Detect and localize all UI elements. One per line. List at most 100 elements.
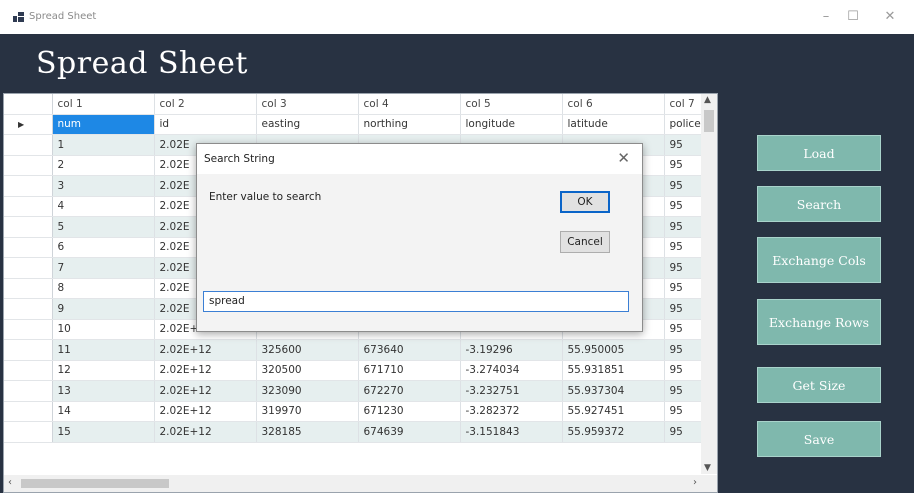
row-header[interactable] [4,155,53,176]
grid-cell[interactable]: 55.959372 [562,421,665,443]
grid-cell[interactable]: -3.232751 [460,380,563,402]
row-header[interactable] [4,175,53,197]
grid-cell[interactable]: 95 [664,257,705,279]
minimize-icon[interactable]: – [815,8,837,26]
horizontal-scroll-thumb[interactable] [21,479,169,488]
grid-cell[interactable]: 2 [52,155,155,176]
row-header[interactable] [4,421,53,443]
grid-cell[interactable]: 95 [664,421,705,443]
grid-cell[interactable]: 2.02E+12 [154,339,257,361]
row-header[interactable] [4,401,53,422]
grid-cell[interactable]: 95 [664,237,705,258]
grid-cell[interactable]: 12 [52,360,155,381]
grid-cell[interactable]: easting [256,114,359,135]
grid-cell[interactable]: 674639 [358,421,461,443]
grid-cell[interactable]: 95 [664,401,705,422]
row-header[interactable] [4,339,53,361]
grid-cell[interactable]: longitude [460,114,563,135]
row-header[interactable] [4,237,53,258]
grid-cell[interactable]: 95 [664,175,705,197]
row-header[interactable] [4,319,53,340]
grid-cell[interactable]: 323090 [256,380,359,402]
load-button[interactable]: Load [757,135,881,171]
table-row[interactable]: 15 2.02E+12 328185 674639 -3.151843 55.959372… [4,421,711,443]
grid-cell[interactable]: -3.282372 [460,401,563,422]
grid-cell[interactable]: 15 [52,421,155,443]
grid-cell[interactable]: 95 [664,134,705,156]
table-row[interactable]: 14 2.02E+12 319970 671230 -3.282372 55.927451… [4,401,711,422]
grid-cell[interactable]: 673640 [358,339,461,361]
grid-cell[interactable]: 8 [52,278,155,299]
grid-cell[interactable]: 671230 [358,401,461,422]
column-header[interactable]: col 5 [460,94,563,115]
grid-cell[interactable]: -3.151843 [460,421,563,443]
save-button[interactable]: Save [757,421,881,457]
table-row[interactable]: 13 2.02E+12 323090 672270 -3.232751 55.937304… [4,380,711,402]
grid-cell[interactable]: 2.02E+12 [154,360,257,381]
grid-cell[interactable]: 319970 [256,401,359,422]
table-row[interactable]: 12 2.02E+12 320500 671710 -3.274034 55.931851… [4,360,711,381]
grid-cell[interactable]: 95 [664,155,705,176]
grid-cell[interactable]: 95 [664,298,705,320]
scroll-up-icon[interactable]: ▲ [704,95,711,105]
row-header[interactable] [4,257,53,279]
search-button[interactable]: Search [757,186,881,222]
vertical-scroll-thumb[interactable] [704,110,714,132]
row-header[interactable] [4,278,53,299]
grid-cell[interactable]: -3.274034 [460,360,563,381]
grid-cell[interactable]: 325600 [256,339,359,361]
scroll-right-icon[interactable]: › [693,477,697,488]
grid-cell[interactable]: 95 [664,196,705,217]
search-input[interactable]: spread [203,291,629,312]
scroll-left-icon[interactable]: ‹ [8,477,12,488]
table-row[interactable]: ▶ num id easting northing longitude latitude po… [4,114,711,135]
grid-cell[interactable]: 4 [52,196,155,217]
grid-cell[interactable]: 671710 [358,360,461,381]
grid-cell[interactable]: 55.927451 [562,401,665,422]
vertical-scrollbar[interactable]: ▲ ▼ [701,94,717,474]
grid-cell[interactable]: 2.02E+12 [154,401,257,422]
grid-cell[interactable]: 328185 [256,421,359,443]
ok-button[interactable]: OK [560,191,610,213]
column-header[interactable]: col 2 [154,94,257,115]
grid-cell[interactable]: id [154,114,257,135]
grid-cell[interactable]: police [664,114,705,135]
scroll-down-icon[interactable]: ▼ [704,463,711,473]
exchange-rows-button[interactable]: Exchange Rows [757,299,881,345]
grid-cell[interactable]: 2.02E+12 [154,421,257,443]
row-header[interactable]: ▶ [4,114,53,135]
cancel-button[interactable]: Cancel [560,231,610,253]
grid-cell[interactable]: 11 [52,339,155,361]
grid-cell[interactable]: 95 [664,278,705,299]
grid-cell[interactable]: 7 [52,257,155,279]
get-size-button[interactable]: Get Size [757,367,881,403]
column-header[interactable]: col 6 [562,94,665,115]
grid-cell[interactable]: 5 [52,216,155,238]
grid-cell[interactable]: 14 [52,401,155,422]
row-header[interactable] [4,360,53,381]
row-header[interactable] [4,196,53,217]
column-header[interactable]: col 3 [256,94,359,115]
row-header[interactable] [4,298,53,320]
grid-cell[interactable]: 2.02E+12 [154,380,257,402]
grid-cell[interactable]: 95 [664,380,705,402]
grid-cell[interactable]: num [52,114,155,135]
grid-cell[interactable]: 3 [52,175,155,197]
grid-cell[interactable]: 95 [664,319,705,340]
grid-cell[interactable]: 95 [664,216,705,238]
grid-cell[interactable]: 95 [664,339,705,361]
grid-cell[interactable]: 55.950005 [562,339,665,361]
maximize-icon[interactable]: ☐ [842,8,864,26]
column-header[interactable]: col 4 [358,94,461,115]
dialog-close-icon[interactable]: ✕ [617,149,630,167]
grid-cell[interactable]: 672270 [358,380,461,402]
grid-cell[interactable]: -3.19296 [460,339,563,361]
column-header[interactable]: col 7 [664,94,705,115]
grid-cell[interactable]: 320500 [256,360,359,381]
grid-cell[interactable]: 6 [52,237,155,258]
grid-cell[interactable]: 9 [52,298,155,320]
row-header[interactable] [4,134,53,156]
horizontal-scrollbar[interactable]: ‹ › [4,475,717,492]
grid-cell[interactable]: 1 [52,134,155,156]
exchange-cols-button[interactable]: Exchange Cols [757,237,881,283]
